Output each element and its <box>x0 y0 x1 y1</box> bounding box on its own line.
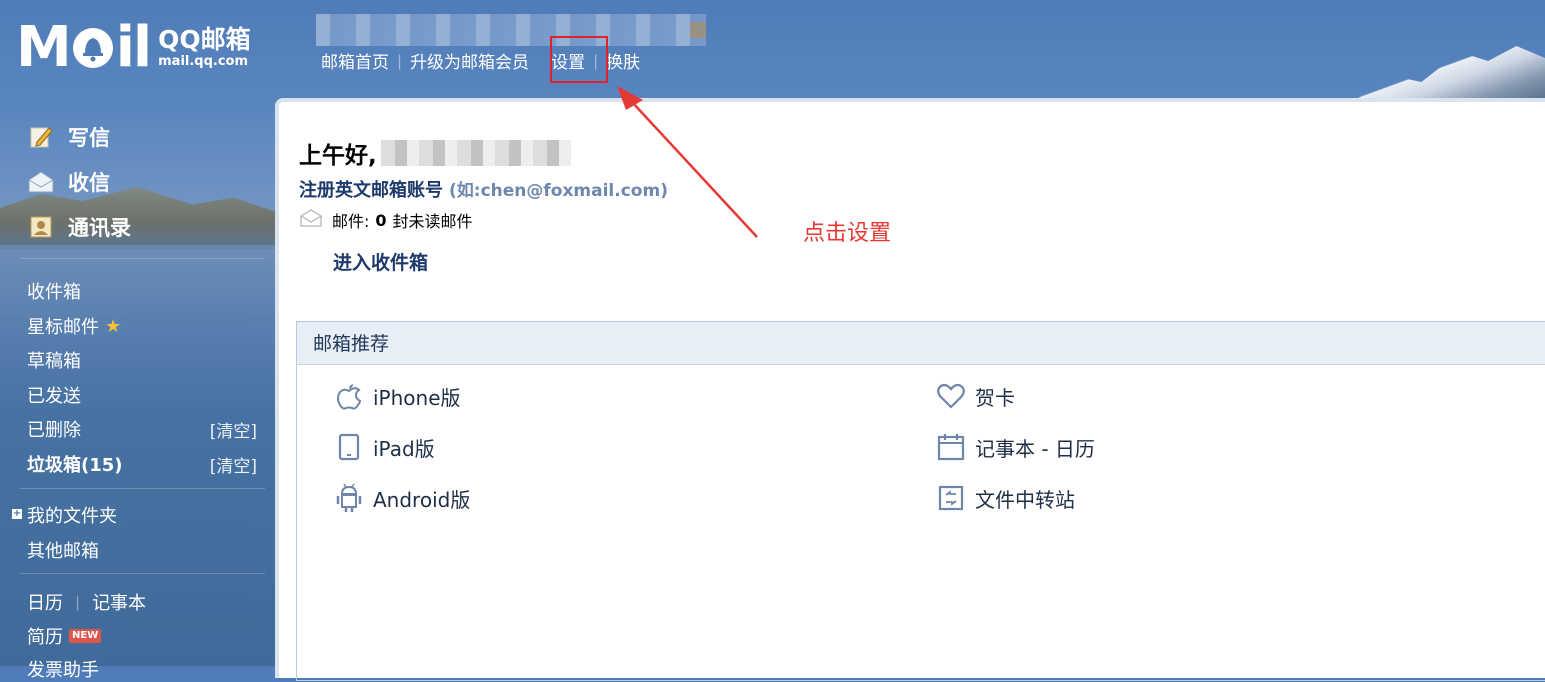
invoice-assistant-link[interactable]: 发票助手 <box>27 656 257 682</box>
compose-button[interactable]: 写信 <box>28 122 268 152</box>
recommend-label: 记事本 - 日历 <box>975 436 1095 461</box>
new-badge: NEW <box>69 629 102 643</box>
folder-inbox[interactable]: 收件箱 <box>27 278 257 304</box>
folder-label: 收件箱 <box>27 282 81 303</box>
folder-label: 已删除 <box>27 420 81 441</box>
nav-mail-home[interactable]: 邮箱首页 <box>321 48 389 73</box>
resume-link[interactable]: 简历 NEW <box>27 623 257 649</box>
unread-count: 0 <box>375 210 387 230</box>
heart-icon <box>937 381 965 411</box>
recommend-android[interactable]: Android版 <box>335 483 470 513</box>
recommend-label: iPhone版 <box>373 385 461 410</box>
tools-row: 日历 | 记事本 <box>27 589 257 615</box>
empty-spam-link[interactable]: [清空] <box>210 452 257 477</box>
recommend-panel: 邮箱推荐 <box>296 321 1545 681</box>
settings-highlight-box <box>550 36 608 83</box>
recommend-ipad[interactable]: iPad版 <box>335 432 435 462</box>
calendar-link[interactable]: 日历 <box>27 589 63 615</box>
folder-label: 星标邮件 <box>27 317 99 338</box>
mountain-scenery <box>1355 46 1545 100</box>
other-mailboxes-label: 其他邮箱 <box>27 541 99 562</box>
recommend-label: Android版 <box>373 487 471 512</box>
envelope-icon <box>300 209 322 231</box>
register-english-account-link[interactable]: 注册英文邮箱账号 (如:chen@foxmail.com) <box>299 176 668 202</box>
resume-label: 简历 <box>27 627 63 648</box>
sidebar-divider <box>20 573 265 574</box>
logo-url-text: mail.qq.com <box>158 54 249 69</box>
star-icon: ★ <box>105 315 122 337</box>
inline-divider: | <box>75 593 81 611</box>
other-mailboxes[interactable]: 其他邮箱 <box>27 537 257 563</box>
folder-sent[interactable]: 已发送 <box>27 382 257 408</box>
pencil-note-icon <box>28 125 54 149</box>
blurred-username <box>380 140 571 166</box>
unread-suffix: 封未读邮件 <box>392 212 473 231</box>
nav-change-skin[interactable]: 换肤 <box>606 48 640 73</box>
recommend-notepad-calendar[interactable]: 记事本 - 日历 <box>937 432 1095 462</box>
enter-inbox-link[interactable]: 进入收件箱 <box>333 248 428 275</box>
logo-text: QQ邮箱 mail.qq.com <box>158 26 251 70</box>
nav-upgrade-vip[interactable]: 升级为邮箱会员 <box>410 48 529 73</box>
recommend-title: 邮箱推荐 <box>297 322 1545 365</box>
my-folders[interactable]: 我的文件夹 <box>27 502 257 528</box>
envelope-open-icon <box>28 170 54 194</box>
folder-deleted[interactable]: 已删除 [清空] <box>27 416 257 442</box>
folder-starred[interactable]: 星标邮件 ★ <box>27 313 257 339</box>
receive-button[interactable]: 收信 <box>28 167 268 197</box>
qq-mail-logo[interactable]: M il QQ邮箱 mail.qq.com <box>16 18 251 78</box>
mail-label: 邮件: <box>332 212 370 231</box>
register-label: 注册英文邮箱账号 <box>299 180 443 201</box>
recommend-file-transfer[interactable]: 文件中转站 <box>937 483 1075 513</box>
recommend-greeting-card[interactable]: 贺卡 <box>937 381 1015 411</box>
empty-deleted-link[interactable]: [清空] <box>210 417 257 442</box>
bell-icon <box>72 28 113 68</box>
annotation-text: 点击设置 <box>803 221 892 246</box>
sidebar-divider <box>20 258 265 259</box>
receive-label: 收信 <box>68 171 110 195</box>
blurred-account-info <box>316 14 706 46</box>
logo-qq-text: QQ邮箱 <box>158 25 251 54</box>
logo-mark: M il <box>16 15 152 80</box>
unread-mail-summary: 邮件: 0 封未读邮件 <box>300 208 473 232</box>
recommend-label: 贺卡 <box>975 385 1015 410</box>
folder-label: 垃圾箱(15) <box>27 455 123 476</box>
my-folders-label: 我的文件夹 <box>27 506 117 527</box>
contact-card-icon <box>28 215 54 239</box>
apple-icon <box>335 381 363 411</box>
compose-label: 写信 <box>68 126 110 150</box>
register-hint: (如:chen@foxmail.com) <box>449 181 668 201</box>
folder-drafts[interactable]: 草稿箱 <box>27 347 257 373</box>
nav-divider: | <box>397 51 403 70</box>
expand-plus-icon[interactable]: + <box>12 509 22 519</box>
greeting-text: 上午好, <box>299 143 377 169</box>
recommend-label: iPad版 <box>373 436 435 461</box>
tablet-icon <box>335 432 363 462</box>
folder-label: 已发送 <box>27 386 81 407</box>
notepad-link[interactable]: 记事本 <box>92 589 146 615</box>
folder-spam[interactable]: 垃圾箱(15) [清空] <box>27 451 257 477</box>
contacts-button[interactable]: 通讯录 <box>28 212 268 242</box>
transfer-box-icon <box>937 483 965 513</box>
recommend-iphone[interactable]: iPhone版 <box>335 381 461 411</box>
sidebar-divider <box>20 488 265 489</box>
calendar-icon <box>937 432 965 462</box>
invoice-label: 发票助手 <box>27 660 99 681</box>
greeting: 上午好, <box>299 136 571 170</box>
recommend-label: 文件中转站 <box>975 487 1075 512</box>
folder-label: 草稿箱 <box>27 351 81 372</box>
android-icon <box>335 483 363 513</box>
contacts-label: 通讯录 <box>68 216 131 240</box>
